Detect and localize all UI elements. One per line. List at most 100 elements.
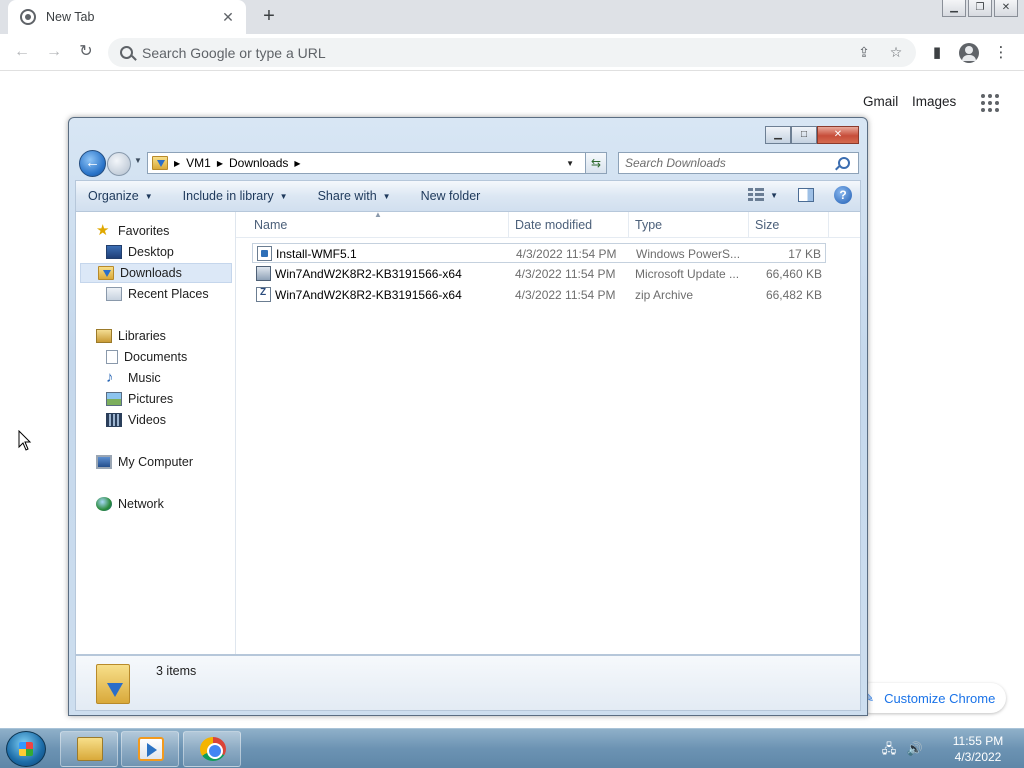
volume-icon[interactable]: 🔊 <box>906 741 924 757</box>
tab-title: New Tab <box>46 10 95 24</box>
nav-libraries[interactable]: Libraries <box>96 326 166 346</box>
side-panel-icon[interactable]: ▮ <box>926 42 948 64</box>
search-icon[interactable] <box>838 157 850 169</box>
msu-file-icon <box>256 266 271 281</box>
libraries-icon <box>96 329 112 343</box>
windows-explorer-icon <box>77 737 103 761</box>
organize-menu[interactable]: Organize ▼ <box>88 189 153 203</box>
nav-documents[interactable]: Documents <box>106 347 187 367</box>
file-list-pane: ▲ Name Date modified Type Size Install-W… <box>236 210 860 654</box>
bookmark-star-icon[interactable]: ☆ <box>884 44 908 61</box>
column-type[interactable]: Type <box>635 218 662 232</box>
customize-chrome-label: Customize Chrome <box>884 690 996 706</box>
nav-pictures-label: Pictures <box>128 392 174 406</box>
network-status-icon[interactable]: 🖧 <box>880 741 898 757</box>
file-row[interactable]: Install-WMF5.1 4/3/2022 11:54 PM Windows… <box>252 243 826 263</box>
explorer-maximize-button[interactable]: □ <box>791 126 817 144</box>
nav-pictures[interactable]: Pictures <box>106 389 173 409</box>
column-date-modified[interactable]: Date modified <box>515 218 592 232</box>
back-arrow-icon[interactable]: ← <box>10 40 34 64</box>
share-icon[interactable]: ⇪ <box>852 44 876 61</box>
file-size: 66,482 KB <box>765 288 822 302</box>
recent-pages-dropdown-icon[interactable]: ▼ <box>134 156 142 165</box>
explorer-close-button[interactable]: ✕ <box>817 126 859 144</box>
breadcrumb-vm1[interactable]: VM1 <box>186 156 211 170</box>
nav-music-label: Music <box>128 371 161 385</box>
search-downloads-box[interactable] <box>618 152 859 174</box>
column-size[interactable]: Size <box>755 218 779 232</box>
taskbar-explorer-button[interactable] <box>60 731 118 767</box>
powershell-script-icon <box>257 246 272 261</box>
refresh-button[interactable]: ⇆ <box>585 152 607 174</box>
gmail-link[interactable]: Gmail <box>863 94 898 109</box>
explorer-back-button[interactable]: ← <box>79 150 106 177</box>
nav-desktop[interactable]: Desktop <box>106 242 174 262</box>
explorer-minimize-button[interactable]: ▁ <box>765 126 791 144</box>
address-dropdown-icon[interactable]: ▼ <box>566 159 574 168</box>
sort-ascending-icon: ▲ <box>374 210 382 219</box>
explorer-nav-row: ← ▼ ▶ VM1 ▶ Downloads ▶ ▼ ⇆ <box>77 150 861 177</box>
share-with-menu[interactable]: Share with ▼ <box>318 189 391 203</box>
clock-date: 4/3/2022 <box>954 750 1002 764</box>
minimize-button[interactable]: ▁ <box>942 0 966 17</box>
nav-music[interactable]: ♪ Music <box>106 368 161 388</box>
nav-recent-places[interactable]: Recent Places <box>106 284 209 304</box>
chrome-tab-strip: New Tab ✕ + ▁ ❐ ✕ <box>0 0 1024 34</box>
desktop-icon <box>106 245 122 259</box>
help-icon[interactable]: ? <box>834 186 852 204</box>
file-row[interactable]: Win7AndW2K8R2-KB3191566-x64 4/3/2022 11:… <box>252 264 826 284</box>
downloads-folder-icon <box>98 266 114 280</box>
forward-arrow-icon[interactable]: → <box>42 40 66 64</box>
clock-time: 11:55 PM <box>952 734 1004 748</box>
tab-close-icon[interactable]: ✕ <box>220 9 236 25</box>
file-name: Win7AndW2K8R2-KB3191566-x64 <box>275 288 462 302</box>
taskbar-media-player-button[interactable] <box>121 731 179 767</box>
search-downloads-input[interactable] <box>625 156 838 170</box>
breadcrumb-separator-icon[interactable]: ▶ <box>174 159 180 168</box>
tab-new-tab[interactable]: New Tab ✕ <box>8 0 246 34</box>
images-link[interactable]: Images <box>912 94 956 109</box>
omnibox[interactable]: Search Google or type a URL ⇪ ☆ <box>108 38 916 67</box>
new-tab-button[interactable]: + <box>258 6 280 28</box>
include-in-library-label: Include in library <box>182 189 274 203</box>
chrome-menu-icon[interactable]: ⋮ <box>990 42 1012 64</box>
address-bar[interactable]: ▶ VM1 ▶ Downloads ▶ ▼ <box>147 152 603 174</box>
column-name[interactable]: Name <box>254 218 287 232</box>
item-count: 3 items <box>156 664 197 678</box>
file-row[interactable]: Win7AndW2K8R2-KB3191566-x64 4/3/2022 11:… <box>252 285 826 305</box>
restore-button[interactable]: ❐ <box>968 0 992 17</box>
include-in-library-menu[interactable]: Include in library ▼ <box>183 189 288 203</box>
reload-icon[interactable]: ↻ <box>74 40 98 64</box>
view-details-icon[interactable] <box>748 188 765 202</box>
chrome-icon <box>200 737 226 761</box>
breadcrumb-separator-icon[interactable]: ▶ <box>294 159 300 168</box>
close-window-button[interactable]: ✕ <box>994 0 1018 17</box>
taskbar-chrome-button[interactable] <box>183 731 241 767</box>
nav-my-computer-label: My Computer <box>118 455 194 469</box>
nav-videos[interactable]: Videos <box>106 410 166 430</box>
file-date: 4/3/2022 11:54 PM <box>515 267 616 281</box>
nav-favorites[interactable]: ★ Favorites <box>96 221 169 241</box>
google-apps-icon[interactable] <box>981 94 999 112</box>
nav-network[interactable]: Network <box>96 494 164 514</box>
new-folder-button[interactable]: New folder <box>421 189 481 203</box>
explorer-window: ▁ □ ✕ ← ▼ ▶ VM1 ▶ Downloads ▶ ▼ ⇆ Organi… <box>68 117 868 716</box>
downloads-folder-icon <box>152 156 168 170</box>
breadcrumb-separator-icon[interactable]: ▶ <box>217 159 223 168</box>
details-pane: 3 items <box>75 655 861 711</box>
nav-downloads[interactable]: Downloads <box>80 263 232 283</box>
chevron-down-icon: ▼ <box>144 191 153 201</box>
preview-pane-icon[interactable] <box>798 188 814 202</box>
network-icon <box>96 497 112 511</box>
share-with-label: Share with <box>317 189 377 203</box>
breadcrumb-downloads[interactable]: Downloads <box>229 156 288 170</box>
start-button[interactable] <box>6 731 46 767</box>
search-icon <box>120 46 133 59</box>
media-player-icon <box>138 737 164 761</box>
view-options-dropdown-icon[interactable]: ▼ <box>770 191 778 200</box>
explorer-forward-button[interactable] <box>107 152 131 176</box>
profile-button[interactable] <box>958 42 980 64</box>
clock[interactable]: 11:55 PM 4/3/2022 <box>932 733 1024 765</box>
customize-chrome-button[interactable]: ✎ Customize Chrome <box>856 683 1006 713</box>
nav-my-computer[interactable]: My Computer <box>96 452 193 472</box>
